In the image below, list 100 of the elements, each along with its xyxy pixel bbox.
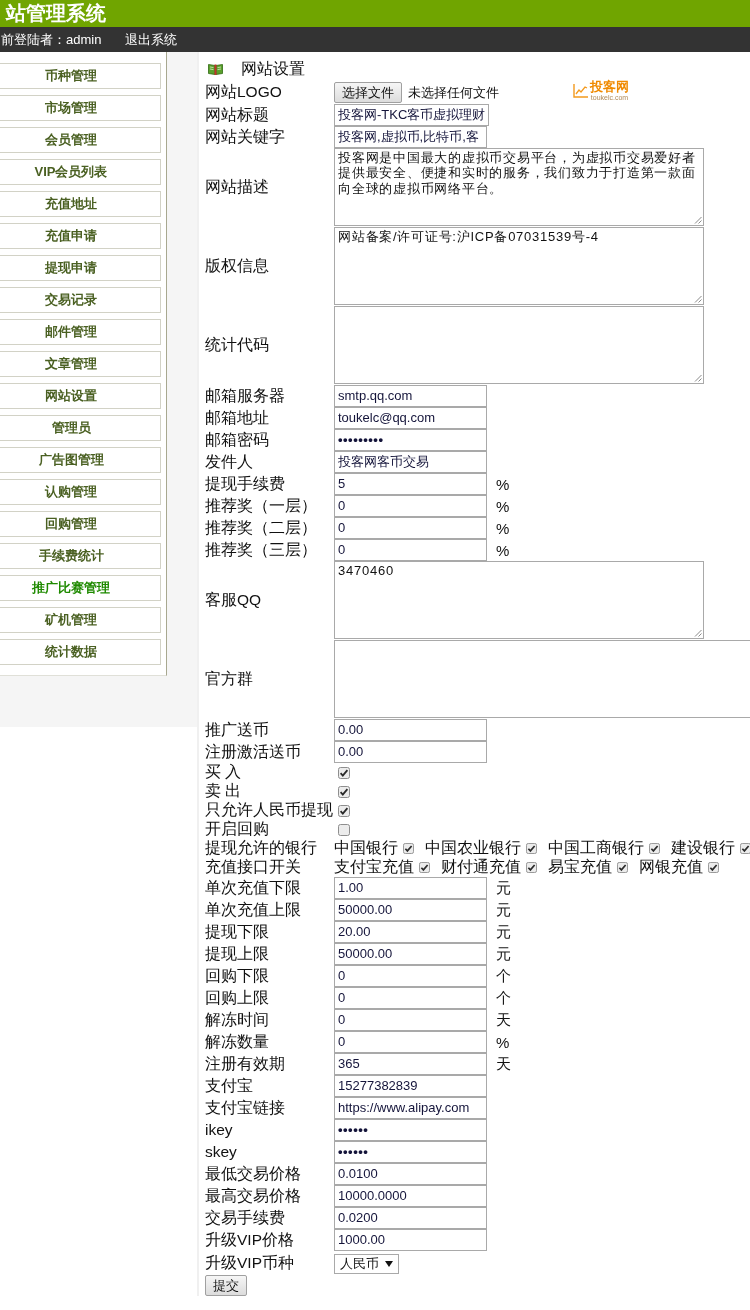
sidebar-item[interactable]: 充值地址 xyxy=(0,191,161,217)
text-input[interactable]: 0.00 xyxy=(334,719,487,741)
checkbox[interactable] xyxy=(617,862,628,873)
password-input[interactable]: •••••• xyxy=(334,1141,487,1163)
caret-icon xyxy=(385,1260,393,1267)
text-area[interactable]: 投客网是中国最大的虚拟币交易平台，为虚拟币交易爱好者提供最安全、便捷和实时的服务，我们致力于打造第一款面向全球的虚拟币网络平台。 xyxy=(334,148,704,226)
unit-label: % xyxy=(496,519,510,537)
field-label: 客服QQ xyxy=(205,590,263,610)
checkbox[interactable] xyxy=(403,843,414,854)
sidebar-item[interactable]: 交易记录 xyxy=(0,287,161,313)
sidebar-item[interactable]: 会员管理 xyxy=(0,127,161,153)
checkbox[interactable] xyxy=(338,823,350,836)
resize-grip-icon[interactable] xyxy=(694,374,702,382)
resize-grip-icon[interactable] xyxy=(694,295,702,303)
sidebar-item[interactable]: 邮件管理 xyxy=(0,319,161,345)
field-label: 邮箱地址 xyxy=(205,407,270,428)
logo-text: 投客网 xyxy=(590,81,629,94)
field-label: skey xyxy=(205,1143,238,1161)
text-input[interactable]: 0 xyxy=(334,539,487,561)
text-input[interactable]: 50000.00 xyxy=(334,943,487,965)
page-title: 网站设置 xyxy=(241,58,305,79)
option-label: 中国银行 xyxy=(334,838,398,858)
unit-label: 个 xyxy=(496,966,511,986)
password-input[interactable]: •••••• xyxy=(334,1119,487,1141)
text-input[interactable]: 50000.00 xyxy=(334,899,487,921)
text-input[interactable]: 0 xyxy=(334,517,487,539)
unit-label: % xyxy=(496,497,510,515)
checkbox[interactable] xyxy=(740,843,750,854)
resize-grip-icon[interactable] xyxy=(694,629,702,637)
text-input[interactable]: 15277382839 xyxy=(334,1075,487,1097)
field-label: 最高交易价格 xyxy=(205,1185,302,1206)
text-input[interactable]: 0 xyxy=(334,1009,487,1031)
text-input[interactable]: 0.0200 xyxy=(334,1207,487,1229)
text-area[interactable]: 网站备案/许可证号:沪ICP备07031539号-4 xyxy=(334,227,704,305)
option-label: 支付宝充值 xyxy=(334,857,414,877)
field-label: 单次充值下限 xyxy=(205,877,302,898)
field-label: 交易手续费 xyxy=(205,1207,286,1228)
text-input[interactable]: https://www.alipay.com xyxy=(334,1097,487,1119)
resize-grip-icon[interactable] xyxy=(694,216,702,224)
sidebar-item[interactable]: 统计数据 xyxy=(0,639,161,665)
text-input[interactable]: 365 xyxy=(334,1053,487,1075)
text-input[interactable]: 5 xyxy=(334,473,487,495)
checkbox[interactable] xyxy=(649,843,660,854)
text-input[interactable]: 0.00 xyxy=(334,741,487,763)
unit-label: % xyxy=(496,475,510,493)
text-input[interactable]: toukelc@qq.com xyxy=(334,407,487,429)
sidebar-item[interactable]: 提现申请 xyxy=(0,255,161,281)
logout-link[interactable]: 退出系统 xyxy=(125,30,178,49)
current-user: 前登陆者：admin xyxy=(0,30,102,49)
text-input[interactable]: smtp.qq.com xyxy=(334,385,487,407)
sidebar-item[interactable]: 管理员 xyxy=(0,415,161,441)
text-input[interactable]: 投客网客币交易 xyxy=(334,451,487,473)
unit-label: 个 xyxy=(496,988,511,1008)
sidebar-item[interactable]: 推广比赛管理 xyxy=(0,575,161,601)
text-input[interactable]: 0 xyxy=(334,1031,487,1053)
password-input[interactable]: ••••••••• xyxy=(334,429,487,451)
field-label: 只允许人民币提现 xyxy=(205,800,334,820)
submit-button[interactable]: 提交 xyxy=(205,1275,247,1296)
checkbox[interactable] xyxy=(708,862,719,873)
text-area[interactable]: 3470460 xyxy=(334,561,704,639)
text-input[interactable]: 0.0100 xyxy=(334,1163,487,1185)
text-input[interactable]: 0 xyxy=(334,495,487,517)
sidebar-item[interactable]: 认购管理 xyxy=(0,479,161,505)
checkbox[interactable] xyxy=(526,862,537,873)
checkbox[interactable] xyxy=(526,843,537,854)
sidebar-item[interactable]: 文章管理 xyxy=(0,351,161,377)
choose-file-button[interactable]: 选择文件 xyxy=(334,82,402,103)
text-input[interactable]: 10000.0000 xyxy=(334,1185,487,1207)
sidebar-item[interactable]: VIP会员列表 xyxy=(0,159,161,185)
field-label: 注册激活送币 xyxy=(205,741,302,762)
checkbox[interactable] xyxy=(338,766,350,779)
sidebar-item[interactable]: 手续费统计 xyxy=(0,543,161,569)
sidebar-item[interactable]: 回购管理 xyxy=(0,511,161,537)
field-label: 推荐奖（二层） xyxy=(205,517,318,538)
field-label: 版权信息 xyxy=(205,256,270,276)
field-label: 买 入 xyxy=(205,762,243,782)
text-input[interactable]: 0 xyxy=(334,965,487,987)
checkbox[interactable] xyxy=(338,785,350,798)
field-label: 卖 出 xyxy=(205,781,243,801)
sidebar-item[interactable]: 网站设置 xyxy=(0,383,161,409)
sidebar-item[interactable]: 币种管理 xyxy=(0,63,161,89)
checkbox[interactable] xyxy=(419,862,430,873)
text-input[interactable]: 投客网-TKC客币虚拟理财 xyxy=(334,104,490,126)
sidebar-item[interactable]: 广告图管理 xyxy=(0,447,161,473)
field-label: 回购上限 xyxy=(205,987,270,1008)
option-label: 建设银行 xyxy=(671,838,735,858)
checkbox[interactable] xyxy=(338,804,350,817)
text-input[interactable]: 1000.00 xyxy=(334,1229,487,1251)
unit-label: 元 xyxy=(496,900,511,920)
currency-select[interactable]: 人民币 xyxy=(334,1253,399,1274)
option-label: 财付通充值 xyxy=(441,857,521,877)
sidebar-item[interactable]: 市场管理 xyxy=(0,95,161,121)
sidebar-item[interactable]: 矿机管理 xyxy=(0,607,161,633)
text-input[interactable]: 1.00 xyxy=(334,877,487,899)
text-input[interactable]: 0 xyxy=(334,987,487,1009)
field-label: 邮箱密码 xyxy=(205,429,270,450)
sidebar-item[interactable]: 充值申请 xyxy=(0,223,161,249)
text-input[interactable]: 投客网,虚拟币,比特币,客 xyxy=(334,126,487,148)
option-label: 易宝充值 xyxy=(548,857,612,877)
text-input[interactable]: 20.00 xyxy=(334,921,487,943)
